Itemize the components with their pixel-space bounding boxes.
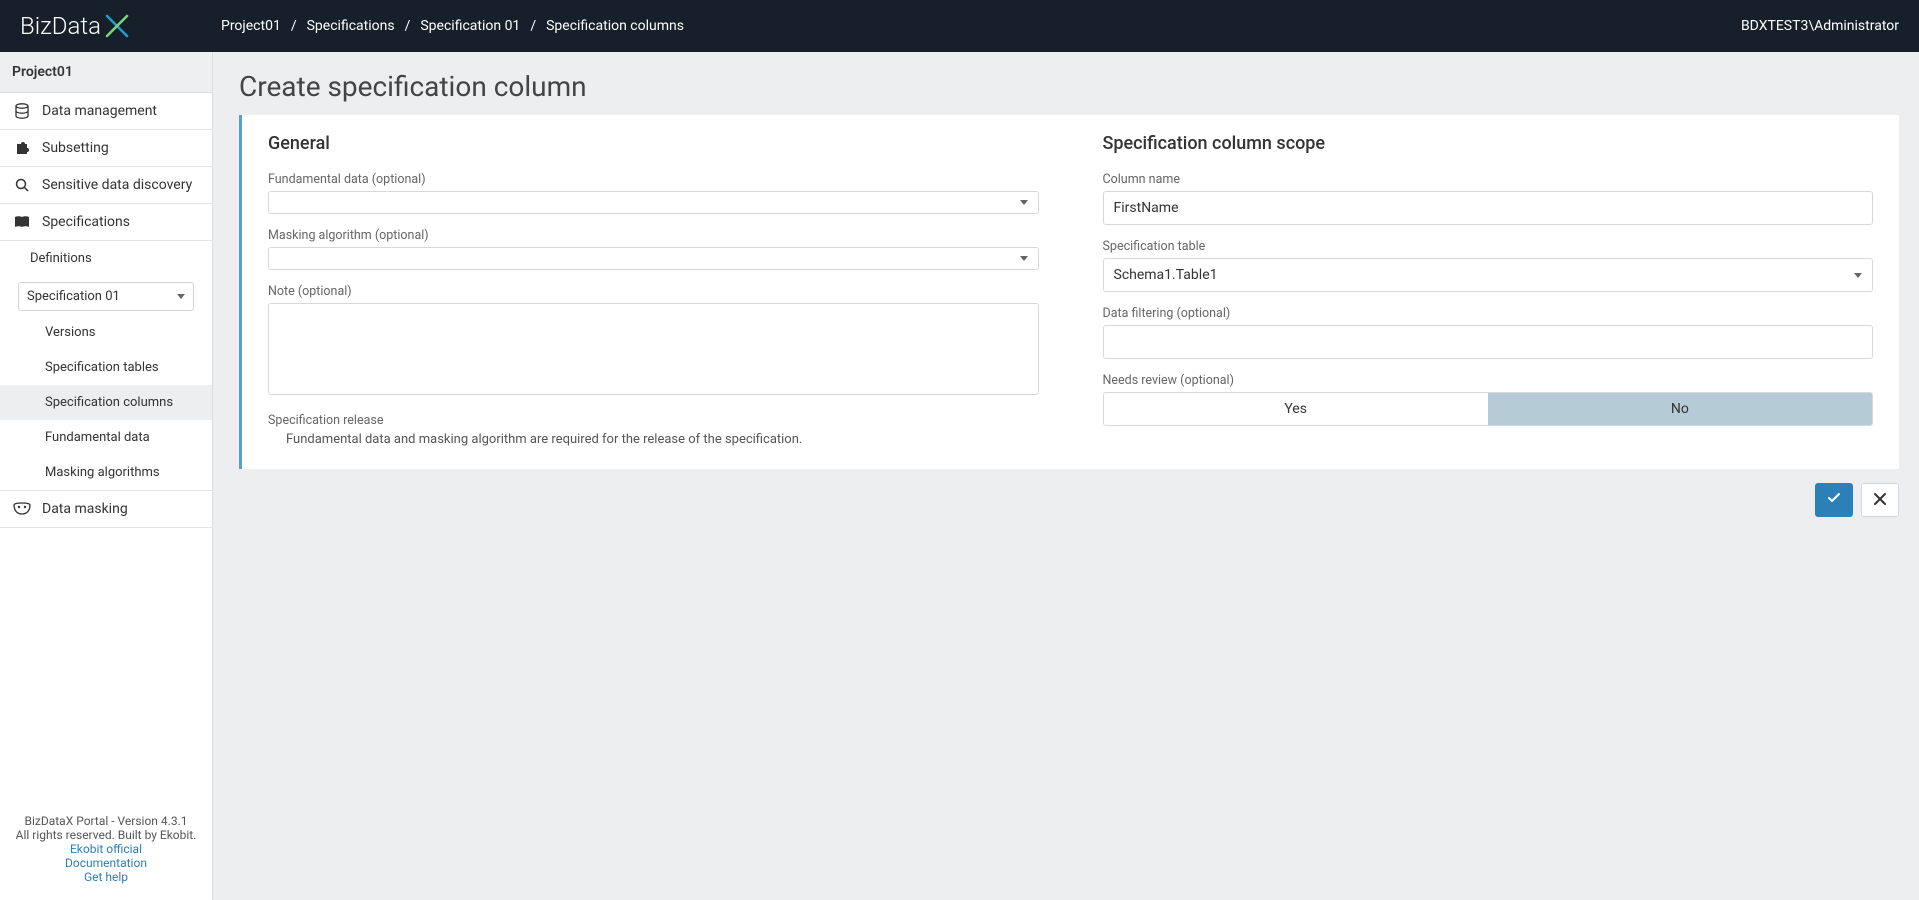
note-label: Note (optional) <box>268 284 1039 299</box>
general-section: General Fundamental data (optional) Mask… <box>268 133 1039 447</box>
column-name-label: Column name <box>1103 172 1874 187</box>
book-icon <box>12 214 32 230</box>
fundamental-data-select[interactable] <box>268 191 1039 214</box>
sidebar-subitem-spec-tables[interactable]: Specification tables <box>0 350 212 385</box>
sidebar-item-label: Specifications <box>42 214 130 230</box>
specification-select[interactable]: Specification 01 <box>18 282 194 311</box>
footer-version: BizDataX Portal - Version 4.3.1 <box>8 814 204 828</box>
needs-review-label: Needs review (optional) <box>1103 373 1874 388</box>
puzzle-icon <box>12 140 32 156</box>
sidebar-subitem-label: Masking algorithms <box>45 465 160 480</box>
masking-algorithm-select[interactable] <box>268 247 1039 270</box>
sidebar-item-specifications[interactable]: Specifications <box>0 204 212 241</box>
breadcrumb-sep: / <box>291 18 297 34</box>
footer-link-ekobit[interactable]: Ekobit official <box>8 842 204 856</box>
needs-review-yes[interactable]: Yes <box>1104 393 1488 425</box>
general-title: General <box>268 133 1039 154</box>
breadcrumb-item[interactable]: Specification 01 <box>420 18 520 34</box>
logo-x-icon <box>103 12 131 40</box>
chevron-down-icon <box>1020 200 1028 205</box>
confirm-button[interactable] <box>1815 483 1853 517</box>
check-icon <box>1826 490 1842 510</box>
sidebar-item-label: Subsetting <box>42 140 109 156</box>
sidebar-item-label: Sensitive data discovery <box>42 177 192 193</box>
breadcrumb: Project01 / Specifications / Specificati… <box>221 18 684 34</box>
specification-select-value: Specification 01 <box>27 289 120 304</box>
note-textarea[interactable] <box>268 303 1039 395</box>
sidebar-subitem-versions[interactable]: Versions <box>0 315 212 350</box>
sidebar-item-label: Data management <box>42 103 157 119</box>
sidebar-item-data-masking[interactable]: Data masking <box>0 491 212 528</box>
spec-table-value: Schema1.Table1 <box>1114 267 1218 283</box>
breadcrumb-sep: / <box>405 18 411 34</box>
chevron-down-icon <box>1854 273 1862 278</box>
sidebar-item-data-management[interactable]: Data management <box>0 93 212 130</box>
masking-algorithm-label: Masking algorithm (optional) <box>268 228 1039 243</box>
data-filtering-label: Data filtering (optional) <box>1103 306 1874 321</box>
breadcrumb-item[interactable]: Project01 <box>221 18 281 34</box>
chevron-down-icon <box>1020 256 1028 261</box>
database-icon <box>12 103 32 119</box>
page-title: Create specification column <box>239 70 1919 103</box>
footer-link-documentation[interactable]: Documentation <box>8 856 204 870</box>
needs-review-toggle: Yes No <box>1103 392 1874 426</box>
scope-section: Specification column scope Column name S… <box>1103 133 1874 447</box>
sidebar-subitem-spec-columns[interactable]: Specification columns <box>0 385 212 420</box>
mask-icon <box>12 501 32 517</box>
spec-table-label: Specification table <box>1103 239 1874 254</box>
sidebar-definitions[interactable]: Definitions <box>0 241 212 276</box>
sidebar-subitem-fundamental-data[interactable]: Fundamental data <box>0 420 212 455</box>
sidebar-item-subsetting[interactable]: Subsetting <box>0 130 212 167</box>
sidebar-subitem-label: Fundamental data <box>45 430 150 445</box>
spec-table-select[interactable]: Schema1.Table1 <box>1103 258 1874 292</box>
sidebar-subitem-masking-algorithms[interactable]: Masking algorithms <box>0 455 212 490</box>
cancel-button[interactable] <box>1861 483 1899 517</box>
spec-release-note: Fundamental data and masking algorithm a… <box>286 432 1039 447</box>
scope-title: Specification column scope <box>1103 133 1874 154</box>
data-filtering-input[interactable] <box>1103 325 1874 359</box>
form-card: General Fundamental data (optional) Mask… <box>239 115 1899 469</box>
sidebar-item-sensitive-discovery[interactable]: Sensitive data discovery <box>0 167 212 204</box>
footer-link-get-help[interactable]: Get help <box>8 870 204 884</box>
footer-rights: All rights reserved. Built by Ekobit. <box>8 828 204 842</box>
sidebar-project[interactable]: Project01 <box>0 52 212 93</box>
spec-release-label: Specification release <box>268 413 1039 428</box>
logo[interactable]: BizData <box>20 12 131 40</box>
close-icon <box>1873 491 1887 510</box>
column-name-input[interactable] <box>1103 191 1874 225</box>
sidebar-definitions-label: Definitions <box>30 251 92 266</box>
chevron-down-icon <box>177 294 185 299</box>
logo-text: BizData <box>20 12 101 40</box>
breadcrumb-item-current: Specification columns <box>546 18 684 34</box>
breadcrumb-item[interactable]: Specifications <box>307 18 395 34</box>
search-icon <box>12 177 32 193</box>
sidebar-subitem-label: Specification tables <box>45 360 159 375</box>
sidebar-footer: BizDataX Portal - Version 4.3.1 All righ… <box>0 802 212 900</box>
topbar: BizData Project01 / Specifications / Spe… <box>0 0 1919 52</box>
sidebar: Project01 Data management Subsetting Sen… <box>0 52 213 900</box>
action-bar <box>239 483 1899 517</box>
content: Create specification column General Fund… <box>213 52 1919 900</box>
needs-review-no[interactable]: No <box>1488 393 1872 425</box>
breadcrumb-sep: / <box>530 18 536 34</box>
sidebar-item-label: Data masking <box>42 501 128 517</box>
sidebar-subitem-label: Specification columns <box>45 395 173 410</box>
user-info[interactable]: BDXTEST3\Administrator <box>1741 18 1899 34</box>
fundamental-data-label: Fundamental data (optional) <box>268 172 1039 187</box>
sidebar-subitem-label: Versions <box>45 325 95 340</box>
